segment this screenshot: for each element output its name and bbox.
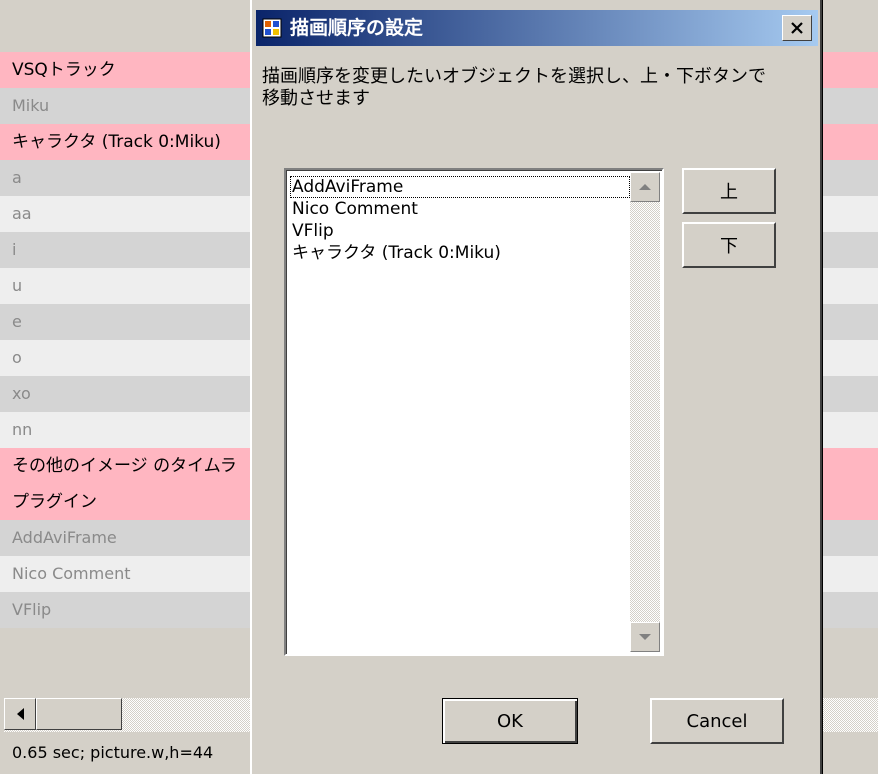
scroll-up-button[interactable] — [630, 172, 660, 202]
listbox-item[interactable]: Nico Comment — [290, 198, 630, 220]
scroll-left-button[interactable] — [4, 698, 36, 730]
arrow-left-icon — [16, 708, 24, 720]
listbox-item[interactable]: VFlip — [290, 220, 630, 242]
close-icon — [791, 22, 803, 34]
draw-order-dialog: 描画順序の設定 描画順序を変更したいオブジェクトを選択し、上・下ボタンで移動させ… — [250, 0, 822, 774]
move-up-button[interactable]: 上 — [682, 168, 776, 214]
scrollbar-thumb[interactable] — [36, 698, 122, 730]
draw-order-listbox[interactable]: AddAviFrame Nico Comment VFlip キャラクタ (Track… — [284, 168, 664, 656]
listbox-item[interactable]: AddAviFrame — [290, 176, 630, 198]
arrow-down-icon — [639, 634, 651, 640]
move-down-button[interactable]: 下 — [682, 222, 776, 268]
listbox-item[interactable]: キャラクタ (Track 0:Miku) — [290, 242, 630, 264]
cancel-button[interactable]: Cancel — [650, 698, 784, 744]
arrow-up-icon — [639, 184, 651, 190]
listbox-items: AddAviFrame Nico Comment VFlip キャラクタ (Track… — [290, 176, 630, 264]
ok-button[interactable]: OK — [442, 698, 578, 744]
instruction-text: 描画順序を変更したいオブジェクトを選択し、上・下ボタンで移動させます — [262, 66, 766, 109]
app-window-icon — [262, 18, 282, 38]
vertical-scrollbar[interactable] — [630, 172, 660, 652]
dialog-title: 描画順序の設定 — [290, 17, 424, 39]
close-button[interactable] — [782, 15, 812, 41]
scroll-down-button[interactable] — [630, 622, 660, 652]
dialog-titlebar[interactable]: 描画順序の設定 — [256, 10, 818, 46]
